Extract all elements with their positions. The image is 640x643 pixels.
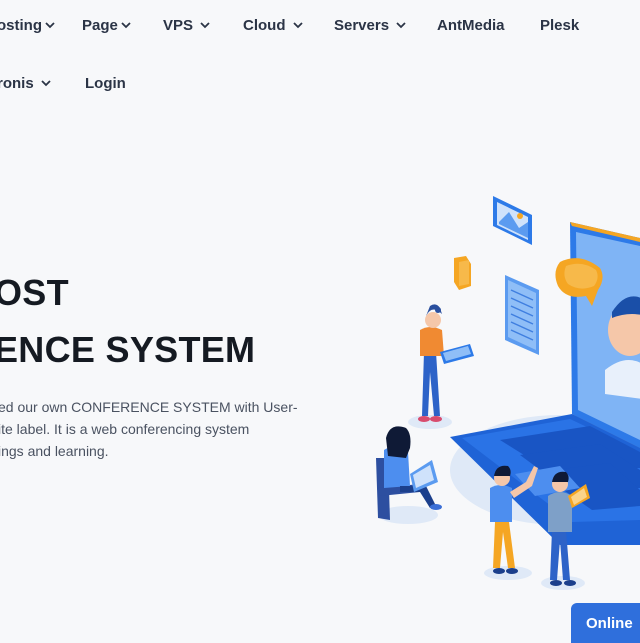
online-chat-button[interactable]: Online <box>571 603 640 643</box>
picture-icon <box>493 196 532 245</box>
tag-icon <box>454 256 471 290</box>
person-sitting-laptop <box>376 426 442 520</box>
person-standing-tablet <box>418 304 474 422</box>
hero-illustration <box>376 196 640 590</box>
document-icon <box>505 275 539 355</box>
online-chat-label: Online <box>586 614 633 632</box>
